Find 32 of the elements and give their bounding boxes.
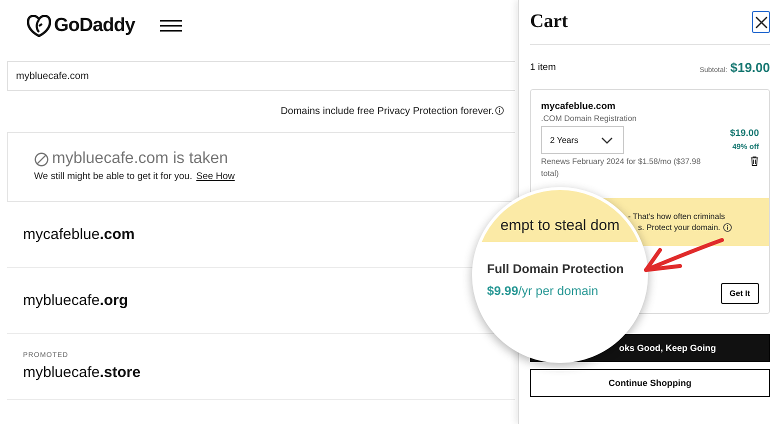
logo-icon <box>27 15 51 37</box>
menu-icon[interactable] <box>160 20 182 32</box>
close-icon <box>754 16 768 28</box>
item-count: 1 item <box>530 62 556 72</box>
item-domain: mycafeblue.com <box>541 101 616 112</box>
info-icon[interactable] <box>723 223 732 232</box>
info-icon[interactable] <box>495 106 504 115</box>
domain-name: mybluecafe.org <box>23 292 130 309</box>
chevron-icon <box>601 136 613 144</box>
cart-title: Cart <box>530 11 568 33</box>
taken-title: mybluecafe.com is taken <box>52 150 228 168</box>
banner-text: s. Protect your domain. <box>638 223 720 232</box>
protection-price: $9.99/yr per domain <box>487 284 600 298</box>
trash-icon[interactable] <box>750 156 759 166</box>
protection-title: Full Domain Protection <box>487 262 625 276</box>
banner-text: - That's how often criminals <box>628 212 725 221</box>
logo-text: GoDaddy <box>54 15 135 37</box>
renewal-note: Renews February 2024 for $1.58/mo ($37.98 total) <box>541 156 702 180</box>
close-button[interactable] <box>752 11 770 33</box>
search-field[interactable]: mybluecafe.com <box>7 61 515 91</box>
get-it-button[interactable]: Get It <box>720 283 759 304</box>
item-price: $19.00 <box>730 128 759 139</box>
see-how-link[interactable]: See How <box>196 171 235 182</box>
magnified-text: empt to steal dom <box>500 217 620 234</box>
continue-shopping-button[interactable]: Continue Shopping <box>530 369 770 397</box>
item-type: .COM Domain Registration <box>541 114 638 123</box>
taken-message: We still might be able to get it for you. <box>34 171 192 182</box>
term-dropdown[interactable]: 2 Years <box>541 126 624 154</box>
subtotal-amount: $19.00 <box>730 60 770 74</box>
privacy-note: Domains include free Privacy Protection forever. <box>280 106 494 117</box>
unavailable-icon <box>34 152 49 166</box>
domain-name: mybluecafe.store <box>23 364 142 381</box>
